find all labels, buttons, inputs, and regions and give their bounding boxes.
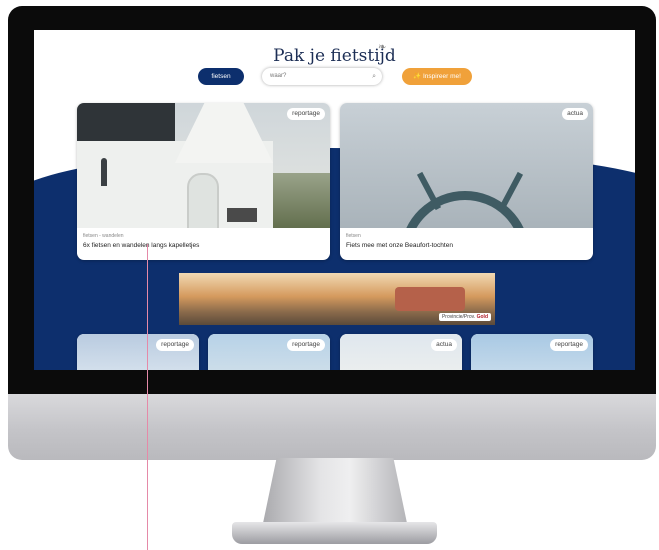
chapel-photo bbox=[77, 103, 330, 228]
monitor-stand-base bbox=[232, 522, 437, 544]
banner-logo: Provincie/Prov. Gold bbox=[438, 313, 491, 321]
thumb-card-3[interactable]: actua bbox=[340, 334, 462, 370]
badge-reportage: reportage bbox=[287, 108, 325, 120]
badge-actua: actua bbox=[562, 108, 588, 120]
search-icon[interactable]: ⌕ bbox=[372, 68, 376, 85]
badge-reportage: reportage bbox=[156, 339, 194, 351]
sparkle-icon: ✨ bbox=[413, 73, 422, 80]
search-placeholder: waar? bbox=[270, 73, 287, 79]
monitor-chin bbox=[8, 394, 656, 460]
ship-wheel-photo bbox=[340, 103, 593, 228]
card-title[interactable]: 6x fietsen en wandelen langs kapelletjes bbox=[83, 242, 199, 249]
screen: Pak je fietstijd ❧ fietsen waar? ⌕ ✨ Ins… bbox=[34, 30, 635, 370]
article-card-beaufort[interactable]: actua fietsen Fiets mee met onze Beaufor… bbox=[340, 103, 593, 260]
thumb-card-2[interactable]: reportage bbox=[208, 334, 330, 370]
badge-reportage: reportage bbox=[287, 339, 325, 351]
inspire-me-button[interactable]: ✨ Inspireer me! bbox=[402, 68, 472, 85]
card-category: fietsen bbox=[346, 233, 361, 239]
badge-actua: actua bbox=[431, 339, 457, 351]
badge-reportage: reportage bbox=[550, 339, 588, 351]
inspire-me-label: Inspireer me! bbox=[422, 73, 461, 80]
article-card-chapels[interactable]: reportage fietsen - wandelen 6x fietsen … bbox=[77, 103, 330, 260]
card-title[interactable]: Fiets mee met onze Beaufort-tochten bbox=[346, 242, 453, 249]
card-category: fietsen - wandelen bbox=[83, 233, 124, 239]
monitor-stand-neck bbox=[262, 458, 408, 528]
thumb-card-1[interactable]: reportage bbox=[77, 334, 199, 370]
filter-fietsen-button[interactable]: fietsen bbox=[198, 68, 244, 85]
advertisement-banner[interactable]: Provincie/Prov. Gold bbox=[179, 273, 495, 325]
search-input[interactable]: waar? ⌕ bbox=[262, 68, 382, 85]
leaf-icon: ❧ bbox=[378, 42, 387, 53]
thumb-card-4[interactable]: reportage bbox=[471, 334, 593, 370]
page-title: Pak je fietstijd bbox=[273, 46, 396, 66]
guide-line bbox=[147, 244, 148, 550]
